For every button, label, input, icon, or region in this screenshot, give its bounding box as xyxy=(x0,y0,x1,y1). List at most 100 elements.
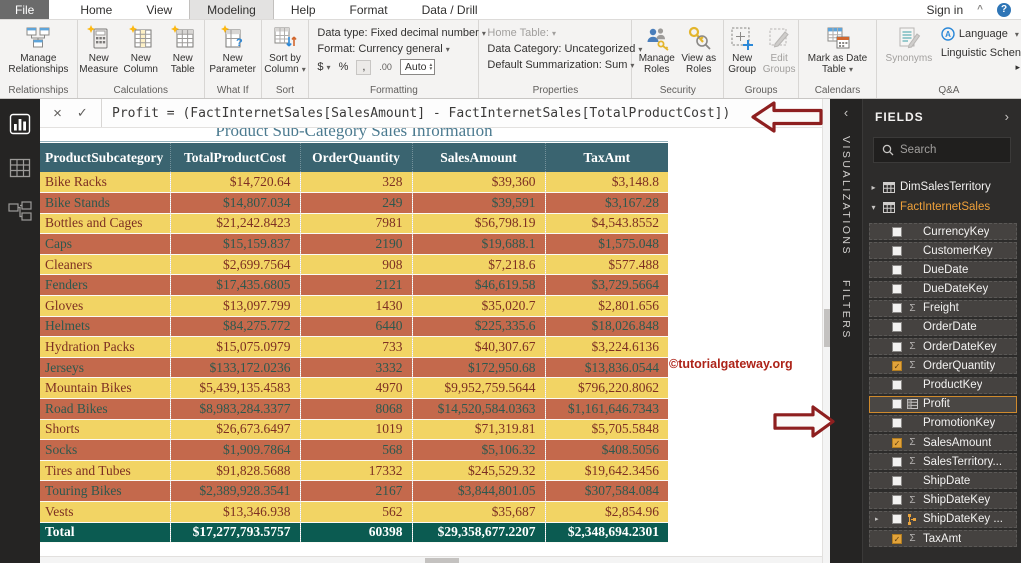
new-measure-button[interactable]: New Measure xyxy=(78,23,120,75)
help-icon[interactable]: ? xyxy=(997,3,1011,17)
currency-format-button[interactable]: $▾ xyxy=(317,61,330,73)
data-type-dropdown[interactable]: Data type: Fixed decimal number▾ xyxy=(317,27,470,39)
field-item-duedatekey[interactable]: DueDateKey xyxy=(869,281,1017,298)
table-header-row[interactable]: ProductSubcategoryTotalProductCostOrderQ… xyxy=(40,143,668,172)
table-row[interactable]: Socks$1,909.7864568$5,106.32$408.5056 xyxy=(40,440,668,461)
field-item-orderquantity[interactable]: ✓ΣOrderQuantity xyxy=(869,357,1017,374)
table-row[interactable]: Mountain Bikes$5,439,135.45834970$9,952,… xyxy=(40,378,668,399)
column-header-taxamt[interactable]: TaxAmt xyxy=(545,143,668,172)
field-checkbox[interactable] xyxy=(892,246,902,256)
fields-search-box[interactable] xyxy=(873,137,1011,163)
tab-home[interactable]: Home xyxy=(63,0,129,19)
table-row[interactable]: Bottles and Cages$21,242.84237981$56,798… xyxy=(40,213,668,234)
field-checkbox[interactable] xyxy=(892,495,902,505)
field-item-orderdatekey[interactable]: ΣOrderDateKey xyxy=(869,338,1017,355)
expand-field-icon[interactable]: ▸ xyxy=(875,515,879,523)
collapse-table-icon[interactable]: ▾ xyxy=(869,203,878,212)
report-view-button[interactable] xyxy=(9,113,31,135)
table-row[interactable]: Touring Bikes$2,389,928.35412167$3,844,8… xyxy=(40,481,668,502)
decimal-places-input[interactable]: Auto▴▾ xyxy=(400,59,435,75)
table-row[interactable]: Helmets$84,275.7726440$225,335.6$18,026.… xyxy=(40,316,668,337)
collapse-fields-chevron-icon[interactable]: › xyxy=(1005,109,1009,124)
field-checkbox[interactable] xyxy=(892,303,902,313)
decimal-places-button[interactable]: .00 xyxy=(379,62,392,72)
tab-help[interactable]: Help xyxy=(274,0,333,19)
field-item-salesterritory[interactable]: ΣSalesTerritory... xyxy=(869,453,1017,470)
manage-relationships-button[interactable]: Manage Relationships xyxy=(3,23,73,75)
new-parameter-button[interactable]: ? New Parameter xyxy=(207,23,259,75)
tab-data-drill[interactable]: Data / Drill xyxy=(405,0,495,19)
field-checkbox[interactable] xyxy=(892,284,902,294)
linguistic-schema-button[interactable]: Linguistic Schen xyxy=(941,47,1021,59)
field-checkbox[interactable] xyxy=(892,322,902,332)
collapse-ribbon-icon[interactable]: ^ xyxy=(977,4,983,15)
ribbon-overflow-icon[interactable]: ▸ xyxy=(1015,62,1020,73)
field-checkbox[interactable] xyxy=(892,265,902,275)
sign-in-button[interactable]: Sign in xyxy=(926,3,963,17)
expand-panes-chevron-icon[interactable]: ‹ xyxy=(844,105,848,120)
column-header-totalproductcost[interactable]: TotalProductCost xyxy=(170,143,300,172)
table-row[interactable]: Fenders$17,435.68052121$46,619.58$3,729.… xyxy=(40,275,668,296)
stepper-icon[interactable]: ▴▾ xyxy=(429,63,432,72)
table-row[interactable]: Shorts$26,673.64971019$71,319.81$5,705.5… xyxy=(40,419,668,440)
report-canvas[interactable]: Product Sub-Category Sales Information P… xyxy=(40,128,822,563)
visualizations-pane-tab[interactable]: VISUALIZATIONS xyxy=(840,136,852,256)
new-table-button[interactable]: New Table xyxy=(162,23,204,75)
field-item-salesamount[interactable]: ✓ΣSalesAmount xyxy=(869,434,1017,451)
field-item-orderdate[interactable]: OrderDate xyxy=(869,319,1017,336)
table-row[interactable]: Vests$13,346.938562$35,687$2,854.96 xyxy=(40,502,668,523)
data-category-dropdown[interactable]: Data Category: Uncategorized▾ xyxy=(487,43,623,55)
mark-as-date-table-button[interactable]: Mark as Date Table▾ xyxy=(806,23,870,75)
field-checkbox[interactable]: ✓ xyxy=(892,438,902,448)
thousands-separator-button[interactable]: , xyxy=(356,60,371,75)
table-row[interactable]: Gloves$13,097.7991430$35,020.7$2,801.656 xyxy=(40,296,668,317)
field-checkbox[interactable] xyxy=(892,514,902,524)
field-checkbox[interactable] xyxy=(892,380,902,390)
tab-file[interactable]: File xyxy=(0,0,49,19)
field-item-shipdate[interactable]: ShipDate xyxy=(869,472,1017,489)
field-checkbox[interactable] xyxy=(892,418,902,428)
table-row[interactable]: Cleaners$2,699.7564908$7,218.6$577.488 xyxy=(40,254,668,275)
table-item-factinternetsales[interactable]: ▾FactInternetSales xyxy=(863,197,1021,217)
table-row[interactable]: Tires and Tubes$91,828.568817332$245,529… xyxy=(40,460,668,481)
expand-table-icon[interactable]: ▸ xyxy=(869,183,878,192)
table-row[interactable]: Bike Racks$14,720.64328$39,360$3,148.8 xyxy=(40,172,668,193)
field-item-profit[interactable]: Profit xyxy=(869,396,1017,413)
column-header-productsubcategory[interactable]: ProductSubcategory xyxy=(40,143,170,172)
field-item-customerkey[interactable]: CustomerKey xyxy=(869,242,1017,259)
field-item-productkey[interactable]: ProductKey xyxy=(869,377,1017,394)
tab-modeling[interactable]: Modeling xyxy=(189,0,274,19)
table-row[interactable]: Bike Stands$14,807.034249$39,591$3,167.2… xyxy=(40,193,668,214)
new-group-button[interactable]: New Group xyxy=(724,23,760,75)
new-column-button[interactable]: New Column xyxy=(120,23,162,75)
fields-search-input[interactable] xyxy=(900,144,1021,156)
field-item-duedate[interactable]: DueDate xyxy=(869,261,1017,278)
canvas-horizontal-scrollbar[interactable] xyxy=(40,556,822,563)
field-checkbox[interactable] xyxy=(892,476,902,486)
field-item-freight[interactable]: ΣFreight xyxy=(869,300,1017,317)
formula-input[interactable] xyxy=(102,99,802,127)
field-item-shipdatekey[interactable]: ▸ShipDateKey ... xyxy=(869,511,1017,528)
commit-formula-button[interactable]: ✓ xyxy=(77,105,88,121)
field-item-currencykey[interactable]: CurrencyKey xyxy=(869,223,1017,240)
table-row[interactable]: Road Bikes$8,983,284.33778068$14,520,584… xyxy=(40,399,668,420)
field-item-promotionkey[interactable]: PromotionKey xyxy=(869,415,1017,432)
table-row[interactable]: Caps$15,159.8372190$19,688.1$1,575.048 xyxy=(40,234,668,255)
field-checkbox[interactable]: ✓ xyxy=(892,534,902,544)
manage-roles-button[interactable]: Manage Roles xyxy=(636,23,678,75)
sales-table[interactable]: ProductSubcategoryTotalProductCostOrderQ… xyxy=(40,143,668,543)
column-header-salesamount[interactable]: SalesAmount xyxy=(412,143,545,172)
field-checkbox[interactable] xyxy=(892,342,902,352)
canvas-vertical-scrollbar[interactable] xyxy=(822,99,830,563)
field-item-taxamt[interactable]: ✓ΣTaxAmt xyxy=(869,530,1017,547)
format-dropdown[interactable]: Format: Currency general▾ xyxy=(317,43,470,55)
model-view-button[interactable] xyxy=(8,201,32,223)
data-view-button[interactable] xyxy=(9,157,31,179)
field-checkbox[interactable] xyxy=(892,399,902,409)
field-checkbox[interactable] xyxy=(892,227,902,237)
percent-format-button[interactable]: % xyxy=(339,61,349,73)
column-header-orderquantity[interactable]: OrderQuantity xyxy=(300,143,412,172)
cancel-formula-button[interactable]: × xyxy=(53,105,62,122)
default-summarization-dropdown[interactable]: Default Summarization: Sum▾ xyxy=(487,59,623,71)
filters-pane-tab[interactable]: FILTERS xyxy=(840,280,852,340)
